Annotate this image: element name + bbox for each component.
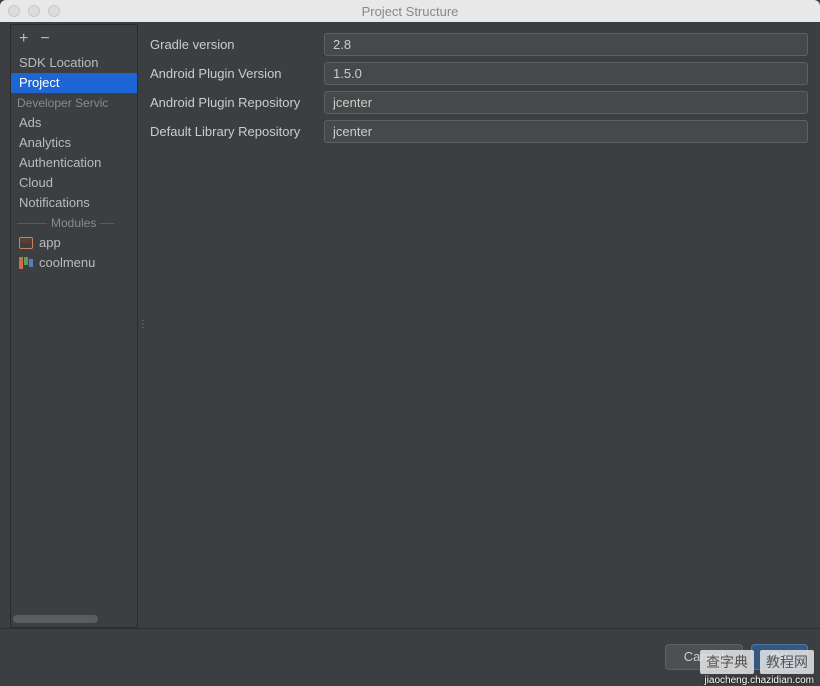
- sidebar-item-label: SDK Location: [19, 55, 99, 70]
- sidebar-item-project[interactable]: Project: [11, 73, 137, 93]
- minimize-window-icon[interactable]: [28, 5, 40, 17]
- sidebar-item-label: Analytics: [19, 135, 71, 150]
- label-android-plugin-repository: Android Plugin Repository: [148, 95, 324, 110]
- sidebar-section-modules: Modules: [11, 213, 137, 233]
- watermark-url: jiaocheng.chazidian.com: [704, 675, 814, 686]
- module-label: coolmenu: [39, 253, 95, 273]
- sidebar-module-app[interactable]: app: [11, 233, 137, 253]
- sidebar-item-cloud[interactable]: Cloud: [11, 173, 137, 193]
- ok-button[interactable]: OK: [751, 644, 808, 670]
- sidebar-item-label: Cloud: [19, 175, 53, 190]
- content-panel: Gradle version Android Plugin Version An…: [144, 22, 820, 628]
- scrollbar-thumb[interactable]: [13, 615, 98, 623]
- module-icon: [19, 257, 33, 269]
- cancel-button[interactable]: Cancel: [665, 644, 743, 670]
- sidebar-toolbar: + −: [11, 25, 137, 53]
- input-default-library-repository[interactable]: [324, 120, 808, 143]
- remove-icon[interactable]: −: [40, 31, 49, 47]
- sidebar-item-notifications[interactable]: Notifications: [11, 193, 137, 213]
- input-gradle-version[interactable]: [324, 33, 808, 56]
- sidebar-item-label: Authentication: [19, 155, 101, 170]
- sidebar-item-label: Project: [19, 75, 59, 90]
- window-title: Project Structure: [0, 4, 820, 19]
- button-bar: Cancel OK: [0, 628, 820, 684]
- module-label: app: [39, 233, 61, 253]
- label-gradle-version: Gradle version: [148, 37, 324, 52]
- label-default-library-repository: Default Library Repository: [148, 124, 324, 139]
- zoom-window-icon[interactable]: [48, 5, 60, 17]
- close-window-icon[interactable]: [8, 5, 20, 17]
- sidebar-item-label: Ads: [19, 115, 41, 130]
- sidebar-horizontal-scrollbar[interactable]: [13, 615, 135, 625]
- sidebar-item-analytics[interactable]: Analytics: [11, 133, 137, 153]
- window-controls: [8, 5, 60, 17]
- input-android-plugin-version[interactable]: [324, 62, 808, 85]
- sidebar-item-sdk-location[interactable]: SDK Location: [11, 53, 137, 73]
- input-android-plugin-repository[interactable]: [324, 91, 808, 114]
- titlebar: Project Structure: [0, 0, 820, 22]
- add-icon[interactable]: +: [19, 31, 28, 47]
- sidebar-item-ads[interactable]: Ads: [11, 113, 137, 133]
- sidebar-module-coolmenu[interactable]: coolmenu: [11, 253, 137, 273]
- sidebar-item-label: Notifications: [19, 195, 90, 210]
- module-icon: [19, 237, 33, 249]
- sidebar-item-authentication[interactable]: Authentication: [11, 153, 137, 173]
- label-android-plugin-version: Android Plugin Version: [148, 66, 324, 81]
- sidebar: + − SDK Location Project Developer Servi…: [10, 24, 138, 628]
- sidebar-section-developer-services: Developer Servic: [11, 93, 137, 113]
